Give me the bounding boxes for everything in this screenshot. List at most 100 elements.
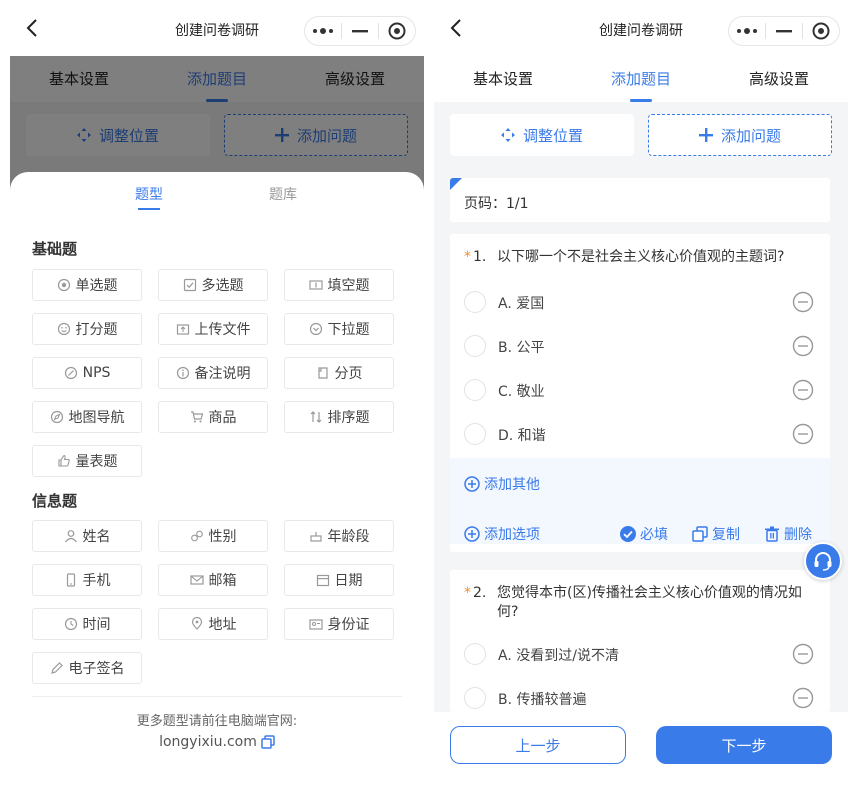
info-type-button[interactable]: 电子签名 xyxy=(32,652,142,684)
customer-service-button[interactable] xyxy=(804,542,842,580)
option-radio[interactable] xyxy=(464,643,486,665)
add-question-label: 添加问题 xyxy=(720,126,781,145)
option-text[interactable]: B. 传播较普遍 xyxy=(498,689,587,709)
minimize-button[interactable] xyxy=(342,17,378,45)
question-number: 2. xyxy=(473,585,487,601)
plus-circle-icon xyxy=(464,476,480,492)
option-text[interactable]: A. 没看到过/说不清 xyxy=(498,645,619,665)
basic-type-button[interactable]: 打分题 xyxy=(32,313,142,345)
option-text[interactable]: C. 敬业 xyxy=(498,381,545,401)
info-type-button[interactable]: 身份证 xyxy=(284,608,394,640)
basic-type-button[interactable]: 地图导航 xyxy=(32,401,142,433)
option-radio[interactable] xyxy=(464,335,486,357)
checkbox-icon xyxy=(183,278,196,292)
info-type-button[interactable]: 姓名 xyxy=(32,520,142,552)
tab-advanced-settings[interactable]: 高级设置 xyxy=(710,56,848,102)
delete-button[interactable]: 删除 xyxy=(764,524,812,544)
option-text[interactable]: B. 公平 xyxy=(498,337,545,357)
option-radio[interactable] xyxy=(464,687,486,709)
option-radio[interactable] xyxy=(464,379,486,401)
minimize-button[interactable] xyxy=(766,17,802,45)
required-toggle[interactable]: 必填 xyxy=(620,524,668,544)
more-types-hint: 更多题型请前往电脑端官网: xyxy=(136,714,298,729)
tab-basic-settings[interactable]: 基本设置 xyxy=(434,56,572,102)
minus-icon xyxy=(776,30,792,33)
info-type-button[interactable]: 地址 xyxy=(158,608,268,640)
mail-icon xyxy=(189,575,204,585)
id-card-icon xyxy=(308,619,323,630)
add-option-button[interactable]: 添加选项 xyxy=(464,524,540,544)
info-type-button[interactable]: 性别 xyxy=(158,520,268,552)
remove-option-icon[interactable] xyxy=(792,379,814,401)
delete-label: 删除 xyxy=(784,527,812,543)
info-type-button[interactable]: 邮箱 xyxy=(158,564,268,596)
basic-type-button[interactable]: 商品 xyxy=(158,401,268,433)
type-label: 日期 xyxy=(334,573,363,589)
option-text[interactable]: A. 爱国 xyxy=(498,293,544,313)
pen-icon xyxy=(50,662,63,674)
info-type-button[interactable]: 时间 xyxy=(32,608,142,640)
next-step-button[interactable]: 下一步 xyxy=(656,726,832,764)
target-icon xyxy=(388,22,406,40)
remove-option-icon[interactable] xyxy=(792,423,814,445)
adjust-position-button[interactable]: 调整位置 xyxy=(450,114,634,156)
website-link[interactable]: longyixiu.com xyxy=(10,734,424,750)
basic-type-button[interactable]: 填空题 xyxy=(284,269,394,301)
tab-question-bank[interactable]: 题库 xyxy=(269,184,297,204)
type-label: 电子签名 xyxy=(68,661,125,677)
nav-bar: 创建问卷调研 xyxy=(434,0,848,56)
prev-step-button[interactable]: 上一步 xyxy=(450,726,626,764)
more-button[interactable] xyxy=(729,17,765,45)
question-title: * 2. 您觉得本市(区)传播社会主义核心价值观的情况如何? xyxy=(464,584,816,622)
basic-type-button[interactable]: 分页 xyxy=(284,357,394,389)
info-type-button[interactable]: 手机 xyxy=(32,564,142,596)
smiley-icon xyxy=(57,322,70,336)
remove-option-icon[interactable] xyxy=(792,643,814,665)
type-label: 多选题 xyxy=(201,278,244,294)
question-card-2[interactable]: * 2. 您觉得本市(区)传播社会主义核心价值观的情况如何? A. 没看到过/说… xyxy=(450,570,830,712)
close-capsule-button[interactable] xyxy=(379,17,415,45)
page-indicator-card: 页码：1/1 xyxy=(450,178,830,222)
left-phone-screen: 创建问卷调研 基本设置 添加题目 高级设置 调整位置 添加问题 题型 xyxy=(10,0,424,800)
tab-add-question[interactable]: 添加题目 xyxy=(572,56,710,102)
check-circle-icon xyxy=(620,526,636,542)
info-section-title: 信息题 xyxy=(32,492,78,510)
basic-type-button[interactable]: 排序题 xyxy=(284,401,394,433)
nav-bar: 创建问卷调研 xyxy=(10,0,424,56)
copy-button[interactable]: 复制 xyxy=(692,524,740,544)
more-dots-icon xyxy=(313,28,333,34)
remove-option-icon[interactable] xyxy=(792,291,814,313)
info-type-button[interactable]: 年龄段 xyxy=(284,520,394,552)
question-card-1[interactable]: * 1. 以下哪一个不是社会主义核心价值观的主题词? A. 爱国 B. 公平 C. … xyxy=(450,234,830,552)
type-label: 分页 xyxy=(334,366,363,382)
basic-type-button[interactable]: 多选题 xyxy=(158,269,268,301)
clock-icon xyxy=(64,617,77,631)
more-button[interactable] xyxy=(305,17,341,45)
info-type-button[interactable]: 日期 xyxy=(284,564,394,596)
basic-type-button[interactable]: 量表题 xyxy=(32,445,142,477)
basic-type-button[interactable]: 下拉题 xyxy=(284,313,394,345)
tab-question-type[interactable]: 题型 xyxy=(135,184,163,204)
option-radio[interactable] xyxy=(464,423,486,445)
mini-program-capsule xyxy=(728,16,840,46)
type-label: 姓名 xyxy=(82,529,111,545)
more-dots-icon xyxy=(737,28,757,34)
remove-option-icon[interactable] xyxy=(792,335,814,357)
option-row: A. 爱国 xyxy=(450,280,830,324)
basic-type-button[interactable]: 备注说明 xyxy=(158,357,268,389)
basic-type-button[interactable]: 上传文件 xyxy=(158,313,268,345)
required-star: * xyxy=(464,585,471,601)
basic-type-button[interactable]: 单选题 xyxy=(32,269,142,301)
close-capsule-button[interactable] xyxy=(803,17,839,45)
question-text: 您觉得本市(区)传播社会主义核心价值观的情况如何? xyxy=(497,585,802,620)
thumb-icon xyxy=(57,454,70,467)
page-number: 页码：1/1 xyxy=(464,196,529,212)
add-question-button[interactable]: 添加问题 xyxy=(648,114,832,156)
remove-option-icon[interactable] xyxy=(792,687,814,709)
option-text[interactable]: D. 和谐 xyxy=(498,425,546,445)
basic-type-button[interactable]: NPS xyxy=(32,357,142,389)
type-label: 年龄段 xyxy=(327,529,370,545)
gender-icon xyxy=(190,530,203,542)
add-other-button[interactable]: 添加其他 xyxy=(464,474,540,494)
option-radio[interactable] xyxy=(464,291,486,313)
